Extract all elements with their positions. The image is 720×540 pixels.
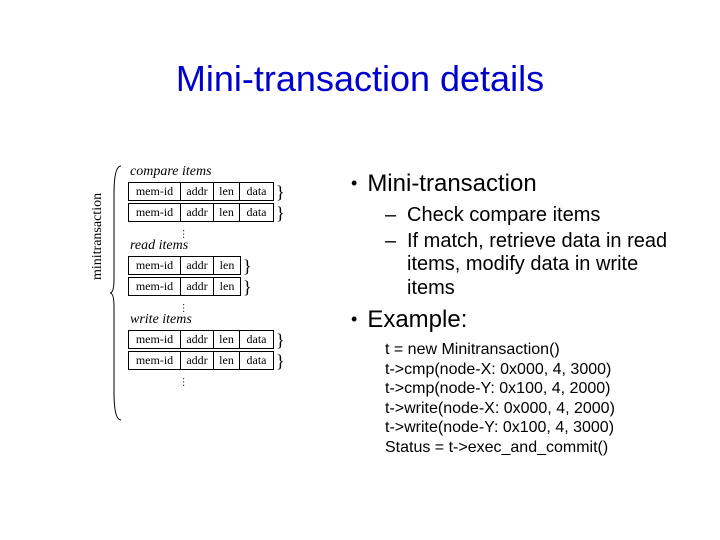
code-line: t->write(node-Y: 0x100, 4, 3000) <box>385 418 680 438</box>
table-row: mem-idaddrlen} <box>128 277 328 296</box>
row-brace-icon: } <box>276 185 285 199</box>
diagram-vertical-label: minitransaction <box>90 193 106 280</box>
code-line: t = new Minitransaction() <box>385 340 680 360</box>
table-row: mem-idaddrlen} <box>128 256 328 275</box>
bullet-mini-transaction: • Mini-transaction <box>351 170 680 198</box>
bullet-dot-icon: • <box>351 309 357 329</box>
bullet-dot-icon: • <box>351 173 357 193</box>
bullet-text: Example: <box>367 306 467 333</box>
row-brace-icon: } <box>276 354 285 368</box>
code-line: Status = t->exec_and_commit() <box>385 438 680 458</box>
cell-addr: addr <box>181 257 214 274</box>
ellipsis-icon: … <box>181 377 191 387</box>
sub-bullet-text: If match, retrieve data in read items, m… <box>407 230 680 301</box>
group-label: write items <box>130 312 328 328</box>
table-row: mem-idaddrlendata} <box>128 351 328 370</box>
diagram-left-brace <box>110 164 122 422</box>
bullet-text: Mini-transaction <box>367 170 536 197</box>
bullet-example: • Example: <box>351 306 680 334</box>
slide-title: Mini-transaction details <box>0 58 720 100</box>
cell-addr: addr <box>181 204 214 221</box>
table-row: mem-idaddrlendata} <box>128 182 328 201</box>
sub-bullet: –If match, retrieve data in read items, … <box>385 230 680 301</box>
cell-data: data <box>240 352 273 369</box>
ellipsis-icon: … <box>181 229 191 239</box>
row-brace-icon: } <box>243 259 252 273</box>
cell-data: data <box>240 204 273 221</box>
cell-len: len <box>214 278 240 295</box>
cell-mem-id: mem-id <box>129 257 181 274</box>
row-brace-icon: } <box>276 333 285 347</box>
bullet-column: • Mini-transaction –Check compare items–I… <box>335 170 680 500</box>
code-line: t->write(node-X: 0x000, 4, 2000) <box>385 399 680 419</box>
sub-bullet: –Check compare items <box>385 204 680 228</box>
table-row: mem-idaddrlendata} <box>128 330 328 349</box>
minitransaction-diagram: minitransaction compare itemsmem-idaddrl… <box>100 170 335 500</box>
slide-body: minitransaction compare itemsmem-idaddrl… <box>100 170 680 500</box>
cell-len: len <box>214 183 240 200</box>
example-code-block: t = new Minitransaction()t->cmp(node-X: … <box>385 340 680 457</box>
table-row: mem-idaddrlendata} <box>128 203 328 222</box>
cell-addr: addr <box>181 278 214 295</box>
cell-mem-id: mem-id <box>129 331 181 348</box>
cell-len: len <box>214 331 240 348</box>
cell-data: data <box>240 183 273 200</box>
sub-bullet-text: Check compare items <box>407 204 600 228</box>
cell-mem-id: mem-id <box>129 204 181 221</box>
dash-icon: – <box>385 204 397 228</box>
dash-icon: – <box>385 230 397 301</box>
cell-mem-id: mem-id <box>129 183 181 200</box>
cell-addr: addr <box>181 331 214 348</box>
group-label: compare items <box>130 164 328 180</box>
row-brace-icon: } <box>243 280 252 294</box>
cell-len: len <box>214 257 240 274</box>
ellipsis-icon: … <box>181 303 191 313</box>
code-line: t->cmp(node-X: 0x000, 4, 3000) <box>385 360 680 380</box>
cell-addr: addr <box>181 183 214 200</box>
cell-data: data <box>240 331 273 348</box>
cell-len: len <box>214 204 240 221</box>
code-line: t->cmp(node-Y: 0x100, 4, 2000) <box>385 379 680 399</box>
group-label: read items <box>130 238 328 254</box>
cell-mem-id: mem-id <box>129 278 181 295</box>
cell-addr: addr <box>181 352 214 369</box>
cell-mem-id: mem-id <box>129 352 181 369</box>
row-brace-icon: } <box>276 206 285 220</box>
cell-len: len <box>214 352 240 369</box>
